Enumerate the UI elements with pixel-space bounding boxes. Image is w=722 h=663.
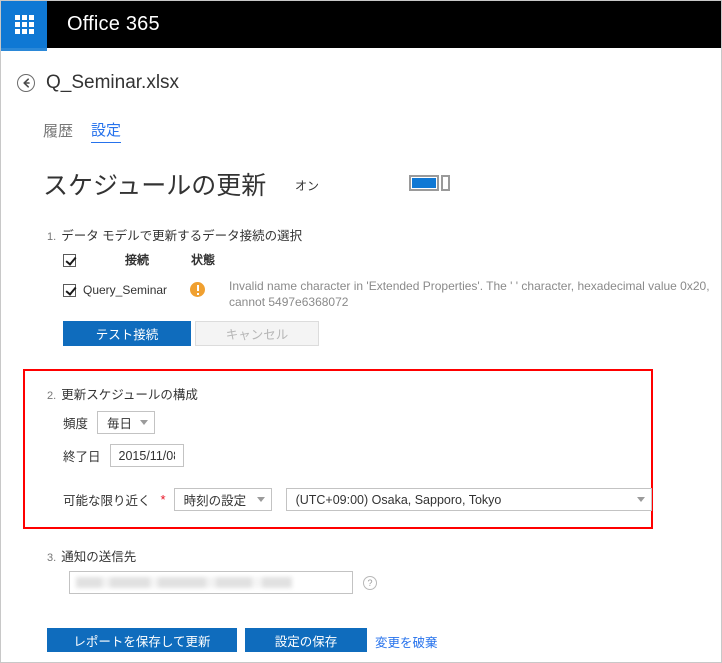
timezone-value: (UTC+09:00) Osaka, Sapporo, Tokyo xyxy=(295,492,502,507)
redacted-email-value xyxy=(76,577,292,588)
step-3-number: 3. xyxy=(47,552,57,564)
end-date-input[interactable] xyxy=(109,444,184,467)
save-and-refresh-report-button[interactable]: レポートを保存して更新 xyxy=(47,628,237,652)
connection-row-checkbox[interactable] xyxy=(63,284,76,298)
notification-email-input[interactable] xyxy=(69,571,353,594)
time-value: 時刻の設定 xyxy=(183,494,247,508)
document-header: Q_Seminar.xlsx xyxy=(1,63,721,103)
document-title: Q_Seminar.xlsx xyxy=(46,72,180,93)
frequency-value: 毎日 xyxy=(107,417,133,431)
chevron-down-icon xyxy=(636,497,645,502)
nearest-time-row: 可能な限り近く * 時刻の設定 (UTC+09:00) Osaka, Sappo… xyxy=(63,488,652,511)
connection-name: Query_Seminar xyxy=(83,283,168,297)
time-select[interactable]: 時刻の設定 xyxy=(173,488,272,511)
step-3-label: 通知の送信先 xyxy=(61,550,137,564)
required-marker: * xyxy=(160,492,166,507)
save-settings-button[interactable]: 設定の保存 xyxy=(245,628,367,652)
test-connection-button[interactable]: テスト接続 xyxy=(63,321,191,346)
row-checkbox-cell xyxy=(63,282,83,298)
step-2-heading: 2. 更新スケジュールの構成 xyxy=(47,384,198,403)
select-all-checkbox-cell xyxy=(63,252,125,267)
table-row: Query_Seminar xyxy=(63,282,248,300)
end-date-label: 終了日 xyxy=(63,450,101,464)
tab-bar: 履歴 設定 xyxy=(43,119,122,143)
tab-history[interactable]: 履歴 xyxy=(43,120,73,143)
warning-icon xyxy=(190,282,205,297)
schedule-refresh-toggle[interactable] xyxy=(409,174,451,192)
notification-row: ? xyxy=(69,571,377,594)
toggle-track xyxy=(409,175,439,191)
step-2-number: 2. xyxy=(47,390,57,402)
frequency-row: 頻度 毎日 xyxy=(63,411,156,434)
end-date-row: 終了日 xyxy=(63,444,184,467)
nearest-time-label: 可能な限り近く xyxy=(63,494,151,508)
timezone-select[interactable]: (UTC+09:00) Osaka, Sapporo, Tokyo xyxy=(285,488,652,511)
step-2-label: 更新スケジュールの構成 xyxy=(61,388,198,402)
column-header-status: 状態 xyxy=(191,253,216,267)
suite-bar: Office 365 xyxy=(1,1,721,48)
back-circle-arrow-icon[interactable] xyxy=(16,73,36,93)
chevron-down-icon xyxy=(256,497,265,502)
connection-error-message: Invalid name character in 'Extended Prop… xyxy=(229,279,710,309)
step-3-heading: 3. 通知の送信先 xyxy=(47,546,136,565)
step-1-label: データ モデルで更新するデータ接続の選択 xyxy=(61,229,303,243)
question-mark-icon[interactable]: ? xyxy=(363,575,377,590)
discard-changes-link[interactable]: 変更を破棄 xyxy=(375,632,438,651)
app-window: Office 365 Q_Seminar.xlsx 履歴 設定 スケジュールの更… xyxy=(0,0,722,663)
select-all-checkbox[interactable] xyxy=(63,253,76,267)
brand-title: Office 365 xyxy=(67,13,160,35)
chevron-down-icon xyxy=(140,420,149,425)
page-title-row: スケジュールの更新 オン xyxy=(43,166,643,200)
step-1-heading: 1. データ モデルで更新するデータ接続の選択 xyxy=(47,225,302,244)
tab-settings[interactable]: 設定 xyxy=(91,119,122,143)
app-launcher-underline xyxy=(1,48,47,51)
toggle-thumb xyxy=(441,175,450,191)
cancel-button[interactable]: キャンセル xyxy=(195,321,319,346)
page-title: スケジュールの更新 xyxy=(43,172,267,200)
frequency-select[interactable]: 毎日 xyxy=(97,411,156,434)
step-1-number: 1. xyxy=(47,231,57,243)
waffle-grid-icon xyxy=(14,15,34,34)
frequency-label: 頻度 xyxy=(63,417,89,431)
app-launcher-button[interactable] xyxy=(1,1,47,48)
schedule-toggle-label: オン xyxy=(295,179,320,193)
connection-table-header: 接続 状態 xyxy=(63,251,215,268)
column-header-connection: 接続 xyxy=(125,253,150,267)
